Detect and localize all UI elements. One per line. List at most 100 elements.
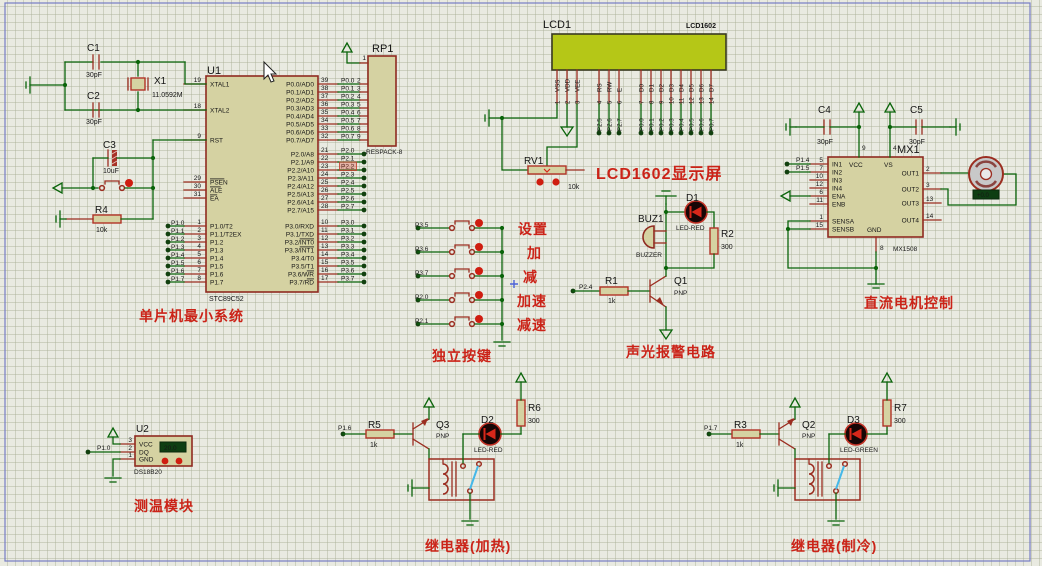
pin-number: 7 bbox=[197, 267, 201, 274]
pin-number: 5 bbox=[819, 157, 823, 164]
pin-number: 22 bbox=[321, 155, 329, 162]
net-label: P0.5 bbox=[341, 118, 355, 125]
rp1-respack[interactable] bbox=[368, 56, 396, 146]
pin-number: 31 bbox=[194, 191, 202, 198]
pin-label: IN4 bbox=[832, 186, 843, 193]
pin-label: P0.5/AD5 bbox=[286, 122, 314, 129]
r7-resistor[interactable] bbox=[883, 400, 891, 426]
pin-label: P1.0/T2 bbox=[210, 224, 233, 231]
r5-resistor[interactable] bbox=[366, 430, 394, 438]
net-label: P2.1 bbox=[341, 156, 355, 163]
r3-resistor[interactable] bbox=[732, 430, 760, 438]
net-label: P2.6 bbox=[341, 196, 355, 203]
pin-number: 35 bbox=[321, 109, 329, 116]
net-label: P0.6 bbox=[341, 126, 355, 133]
pin-label: EA bbox=[210, 196, 219, 203]
net-label: P1.7 bbox=[171, 276, 185, 283]
pin-number: 39 bbox=[321, 77, 329, 84]
pin-label: P2.5/A13 bbox=[287, 192, 314, 199]
pin-number: 12 bbox=[321, 235, 329, 242]
pin-label: P2.4/A12 bbox=[287, 184, 314, 191]
pin-label: P3.7/RD bbox=[289, 280, 314, 287]
key-button-1[interactable] bbox=[450, 226, 455, 231]
lcd1-model: LCD1602 bbox=[686, 23, 716, 30]
u1-ref: U1 bbox=[207, 65, 221, 77]
pin-number: 10 bbox=[816, 173, 824, 180]
pin-number: 10 bbox=[321, 219, 329, 226]
pin-number: 34 bbox=[321, 117, 329, 124]
pin-number: 5 bbox=[197, 251, 201, 258]
net-label: P0.3 bbox=[669, 118, 676, 131]
key-button-4[interactable] bbox=[450, 298, 455, 303]
key-label-speeddown: 减速 bbox=[517, 315, 547, 335]
r6-ref: R6 bbox=[528, 403, 541, 414]
pin-label: P0.1/AD1 bbox=[286, 90, 314, 97]
reset-button[interactable] bbox=[100, 186, 105, 191]
pin-label: OUT1 bbox=[902, 171, 920, 178]
pin-label: P3.4/T0 bbox=[291, 256, 314, 263]
c5-value: 30pF bbox=[909, 139, 925, 146]
pin-label: P1.2 bbox=[210, 240, 224, 247]
r1-value: 1k bbox=[608, 298, 616, 305]
x1-crystal[interactable] bbox=[131, 78, 145, 90]
net-label: P3.4 bbox=[341, 252, 355, 259]
c4-value: 30pF bbox=[817, 139, 833, 146]
net-label: P3.1 bbox=[341, 228, 355, 235]
r7-ref: R7 bbox=[894, 403, 907, 414]
x1-value: 11.0592M bbox=[152, 92, 183, 99]
r3-value: 1k bbox=[736, 442, 744, 449]
r2-value: 300 bbox=[721, 244, 733, 251]
net-label: P2.0 bbox=[341, 148, 355, 155]
pin-number: 28 bbox=[321, 203, 329, 210]
pin-number: 24 bbox=[321, 171, 329, 178]
r1-resistor[interactable] bbox=[600, 287, 628, 295]
u1-model: STC89C52 bbox=[209, 296, 244, 303]
r6-resistor[interactable] bbox=[517, 400, 525, 426]
pin-label: GND bbox=[867, 227, 882, 234]
r4-resistor[interactable] bbox=[93, 215, 121, 223]
net-label: P0.2 bbox=[341, 94, 355, 101]
net-label: P2.4 bbox=[579, 284, 593, 291]
pin-label: P3.0/RXD bbox=[285, 224, 314, 231]
key-button-5[interactable] bbox=[450, 322, 455, 327]
net-label: P1.4 bbox=[171, 252, 185, 259]
net-label: P1.4 bbox=[796, 157, 810, 164]
pin-number: 1 bbox=[819, 214, 823, 221]
net-label: P2.5 bbox=[341, 188, 355, 195]
lcd-pin-label: D6 bbox=[699, 84, 706, 92]
net-label: P1.0 bbox=[171, 220, 185, 227]
pin-label: P3.5/T1 bbox=[291, 264, 314, 271]
c3-ref: C3 bbox=[103, 140, 116, 151]
pin-number: 1 bbox=[197, 219, 201, 226]
pin-label: P1.4 bbox=[210, 256, 224, 263]
pin-number: 38 bbox=[321, 85, 329, 92]
pin-number: 2 bbox=[197, 227, 201, 234]
pin-number: 8 bbox=[197, 275, 201, 282]
q1-type: PNP bbox=[674, 290, 687, 297]
buzzer[interactable] bbox=[643, 226, 654, 248]
pin-label: P1.5 bbox=[210, 264, 224, 271]
d1-ref: D1 bbox=[686, 193, 699, 204]
caption-mcu: 单片机最小系统 bbox=[139, 306, 244, 326]
net-label: P1.3 bbox=[171, 244, 185, 251]
lcd-pin-label: E bbox=[617, 88, 624, 92]
net-label: P2.6 bbox=[607, 118, 614, 131]
pin-label: P2.0/A8 bbox=[291, 152, 315, 159]
pin-label: P1.7 bbox=[210, 280, 224, 287]
r2-resistor[interactable] bbox=[710, 228, 718, 254]
lcd-screen[interactable] bbox=[552, 34, 726, 70]
pin-label: P2.1/A9 bbox=[291, 160, 315, 167]
key-button-2[interactable] bbox=[450, 250, 455, 255]
pin-number: 7 bbox=[819, 165, 823, 172]
key-button-3[interactable] bbox=[450, 274, 455, 279]
lcd-pin-number: 13 bbox=[700, 97, 706, 104]
buz1-ref: BUZ1 bbox=[638, 214, 664, 225]
pin-number: 1 bbox=[128, 452, 132, 459]
pin-number: 4 bbox=[893, 145, 897, 152]
pin-label: P1.6 bbox=[210, 272, 224, 279]
pin-label: ENB bbox=[832, 202, 845, 209]
motor-speed-value: +0.0 bbox=[977, 193, 990, 199]
c1-ref: C1 bbox=[87, 43, 100, 54]
caption-motor: 直流电机控制 bbox=[864, 293, 954, 313]
lcd-pin-number: 14 bbox=[710, 97, 716, 104]
